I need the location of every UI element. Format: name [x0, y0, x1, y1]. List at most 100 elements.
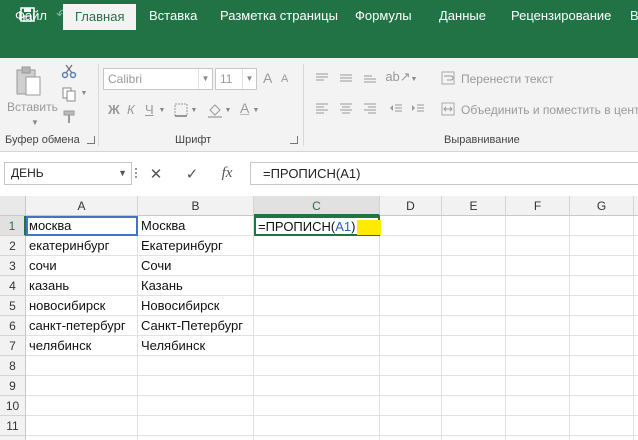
- empty-cell[interactable]: [634, 336, 638, 356]
- borders-icon[interactable]: [172, 101, 190, 119]
- cell-a[interactable]: новосибирск: [26, 296, 138, 316]
- cell-a[interactable]: екатеринбург: [26, 236, 138, 256]
- row-header[interactable]: 10: [0, 396, 26, 416]
- empty-cell[interactable]: [380, 396, 442, 416]
- font-launcher-icon[interactable]: [290, 136, 298, 144]
- empty-cell[interactable]: [634, 396, 638, 416]
- empty-cell[interactable]: [380, 416, 442, 436]
- empty-cell[interactable]: [570, 416, 634, 436]
- empty-cell[interactable]: [442, 376, 506, 396]
- tab-formulas[interactable]: Формулы: [355, 0, 412, 30]
- empty-cell[interactable]: [26, 416, 138, 436]
- column-header-d[interactable]: D: [380, 196, 442, 216]
- column-header-b[interactable]: B: [138, 196, 254, 216]
- empty-cell[interactable]: [254, 316, 380, 336]
- tab-home[interactable]: Главная: [63, 4, 137, 30]
- active-cell-editor[interactable]: =ПРОПИСН(A1): [254, 216, 382, 236]
- empty-cell[interactable]: [254, 376, 380, 396]
- empty-cell[interactable]: [634, 236, 638, 256]
- empty-cell[interactable]: [380, 376, 442, 396]
- empty-cell[interactable]: [442, 296, 506, 316]
- empty-cell[interactable]: [442, 416, 506, 436]
- italic-button[interactable]: К: [127, 102, 135, 117]
- align-bottom-icon[interactable]: [361, 70, 379, 86]
- empty-cell[interactable]: [254, 296, 380, 316]
- empty-cell[interactable]: [506, 316, 570, 336]
- row-header[interactable]: 7: [0, 336, 26, 356]
- paste-icon[interactable]: [14, 64, 44, 98]
- empty-cell[interactable]: [570, 336, 634, 356]
- empty-cell[interactable]: [442, 336, 506, 356]
- orientation-dropdown-icon[interactable]: ▼: [410, 75, 418, 83]
- empty-cell[interactable]: [442, 316, 506, 336]
- cell-b[interactable]: Новосибирск: [138, 296, 254, 316]
- empty-cell[interactable]: [442, 276, 506, 296]
- row-header[interactable]: 5: [0, 296, 26, 316]
- column-header-e[interactable]: E: [442, 196, 506, 216]
- cell-b[interactable]: Сочи: [138, 256, 254, 276]
- decrease-indent-icon[interactable]: [387, 100, 405, 116]
- format-painter-icon[interactable]: [60, 108, 78, 126]
- bold-button[interactable]: Ж: [108, 102, 120, 117]
- empty-cell[interactable]: [442, 356, 506, 376]
- empty-cell[interactable]: [442, 436, 506, 440]
- empty-cell[interactable]: [254, 276, 380, 296]
- formula-input[interactable]: =ПРОПИСН(A1): [250, 162, 638, 185]
- grow-font-icon[interactable]: A: [263, 70, 272, 86]
- empty-cell[interactable]: [380, 316, 442, 336]
- empty-cell[interactable]: [506, 436, 570, 440]
- wrap-text-icon[interactable]: [440, 70, 456, 86]
- empty-cell[interactable]: [506, 216, 570, 236]
- cell-b[interactable]: Москва: [138, 216, 254, 236]
- column-header-c[interactable]: C: [254, 196, 380, 216]
- name-box[interactable]: ДЕНЬ ▼: [4, 162, 132, 185]
- empty-cell[interactable]: [570, 236, 634, 256]
- empty-cell[interactable]: [506, 356, 570, 376]
- empty-cell[interactable]: [138, 356, 254, 376]
- merge-center-icon[interactable]: [440, 101, 456, 117]
- empty-cell[interactable]: [380, 296, 442, 316]
- empty-cell[interactable]: [380, 236, 442, 256]
- underline-button[interactable]: Ч: [145, 102, 154, 117]
- empty-cell[interactable]: [506, 396, 570, 416]
- empty-cell[interactable]: [380, 436, 442, 440]
- empty-cell[interactable]: [254, 256, 380, 276]
- wrap-text-label[interactable]: Перенести текст: [461, 72, 553, 86]
- tab-file[interactable]: Файл: [15, 0, 47, 30]
- font-name-select[interactable]: Calibri ▼: [103, 68, 213, 90]
- empty-cell[interactable]: [254, 356, 380, 376]
- empty-cell[interactable]: [506, 416, 570, 436]
- column-header-f[interactable]: F: [506, 196, 570, 216]
- empty-cell[interactable]: [634, 416, 638, 436]
- cell-b[interactable]: Екатеринбург: [138, 236, 254, 256]
- empty-cell[interactable]: [570, 396, 634, 416]
- empty-cell[interactable]: [26, 356, 138, 376]
- tab-page-layout[interactable]: Разметка страницы: [220, 0, 338, 30]
- empty-cell[interactable]: [442, 256, 506, 276]
- font-color-icon[interactable]: A: [240, 100, 249, 116]
- resize-handle-icon[interactable]: [134, 166, 138, 180]
- empty-cell[interactable]: [506, 336, 570, 356]
- copy-icon[interactable]: [60, 85, 78, 103]
- paste-label[interactable]: Вставить: [7, 100, 58, 114]
- font-color-dropdown-icon[interactable]: ▼: [252, 106, 260, 114]
- column-header-a[interactable]: A: [26, 196, 138, 216]
- tab-insert[interactable]: Вставка: [149, 0, 197, 30]
- empty-cell[interactable]: [442, 236, 506, 256]
- empty-cell[interactable]: [634, 316, 638, 336]
- cell-a[interactable]: челябинск: [26, 336, 138, 356]
- underline-dropdown-icon[interactable]: ▼: [158, 106, 166, 114]
- empty-cell[interactable]: [570, 276, 634, 296]
- empty-cell[interactable]: [26, 436, 138, 440]
- empty-cell[interactable]: [26, 396, 138, 416]
- empty-cell[interactable]: [138, 436, 254, 440]
- cell-b[interactable]: Санкт-Петербург: [138, 316, 254, 336]
- empty-cell[interactable]: [380, 216, 442, 236]
- copy-dropdown-icon[interactable]: ▼: [80, 89, 88, 97]
- column-header-g[interactable]: G: [570, 196, 634, 216]
- empty-cell[interactable]: [254, 396, 380, 416]
- empty-cell[interactable]: [634, 216, 638, 236]
- cancel-icon[interactable]: ✕: [146, 162, 166, 185]
- cell-b[interactable]: Челябинск: [138, 336, 254, 356]
- cell-a[interactable]: сочи: [26, 256, 138, 276]
